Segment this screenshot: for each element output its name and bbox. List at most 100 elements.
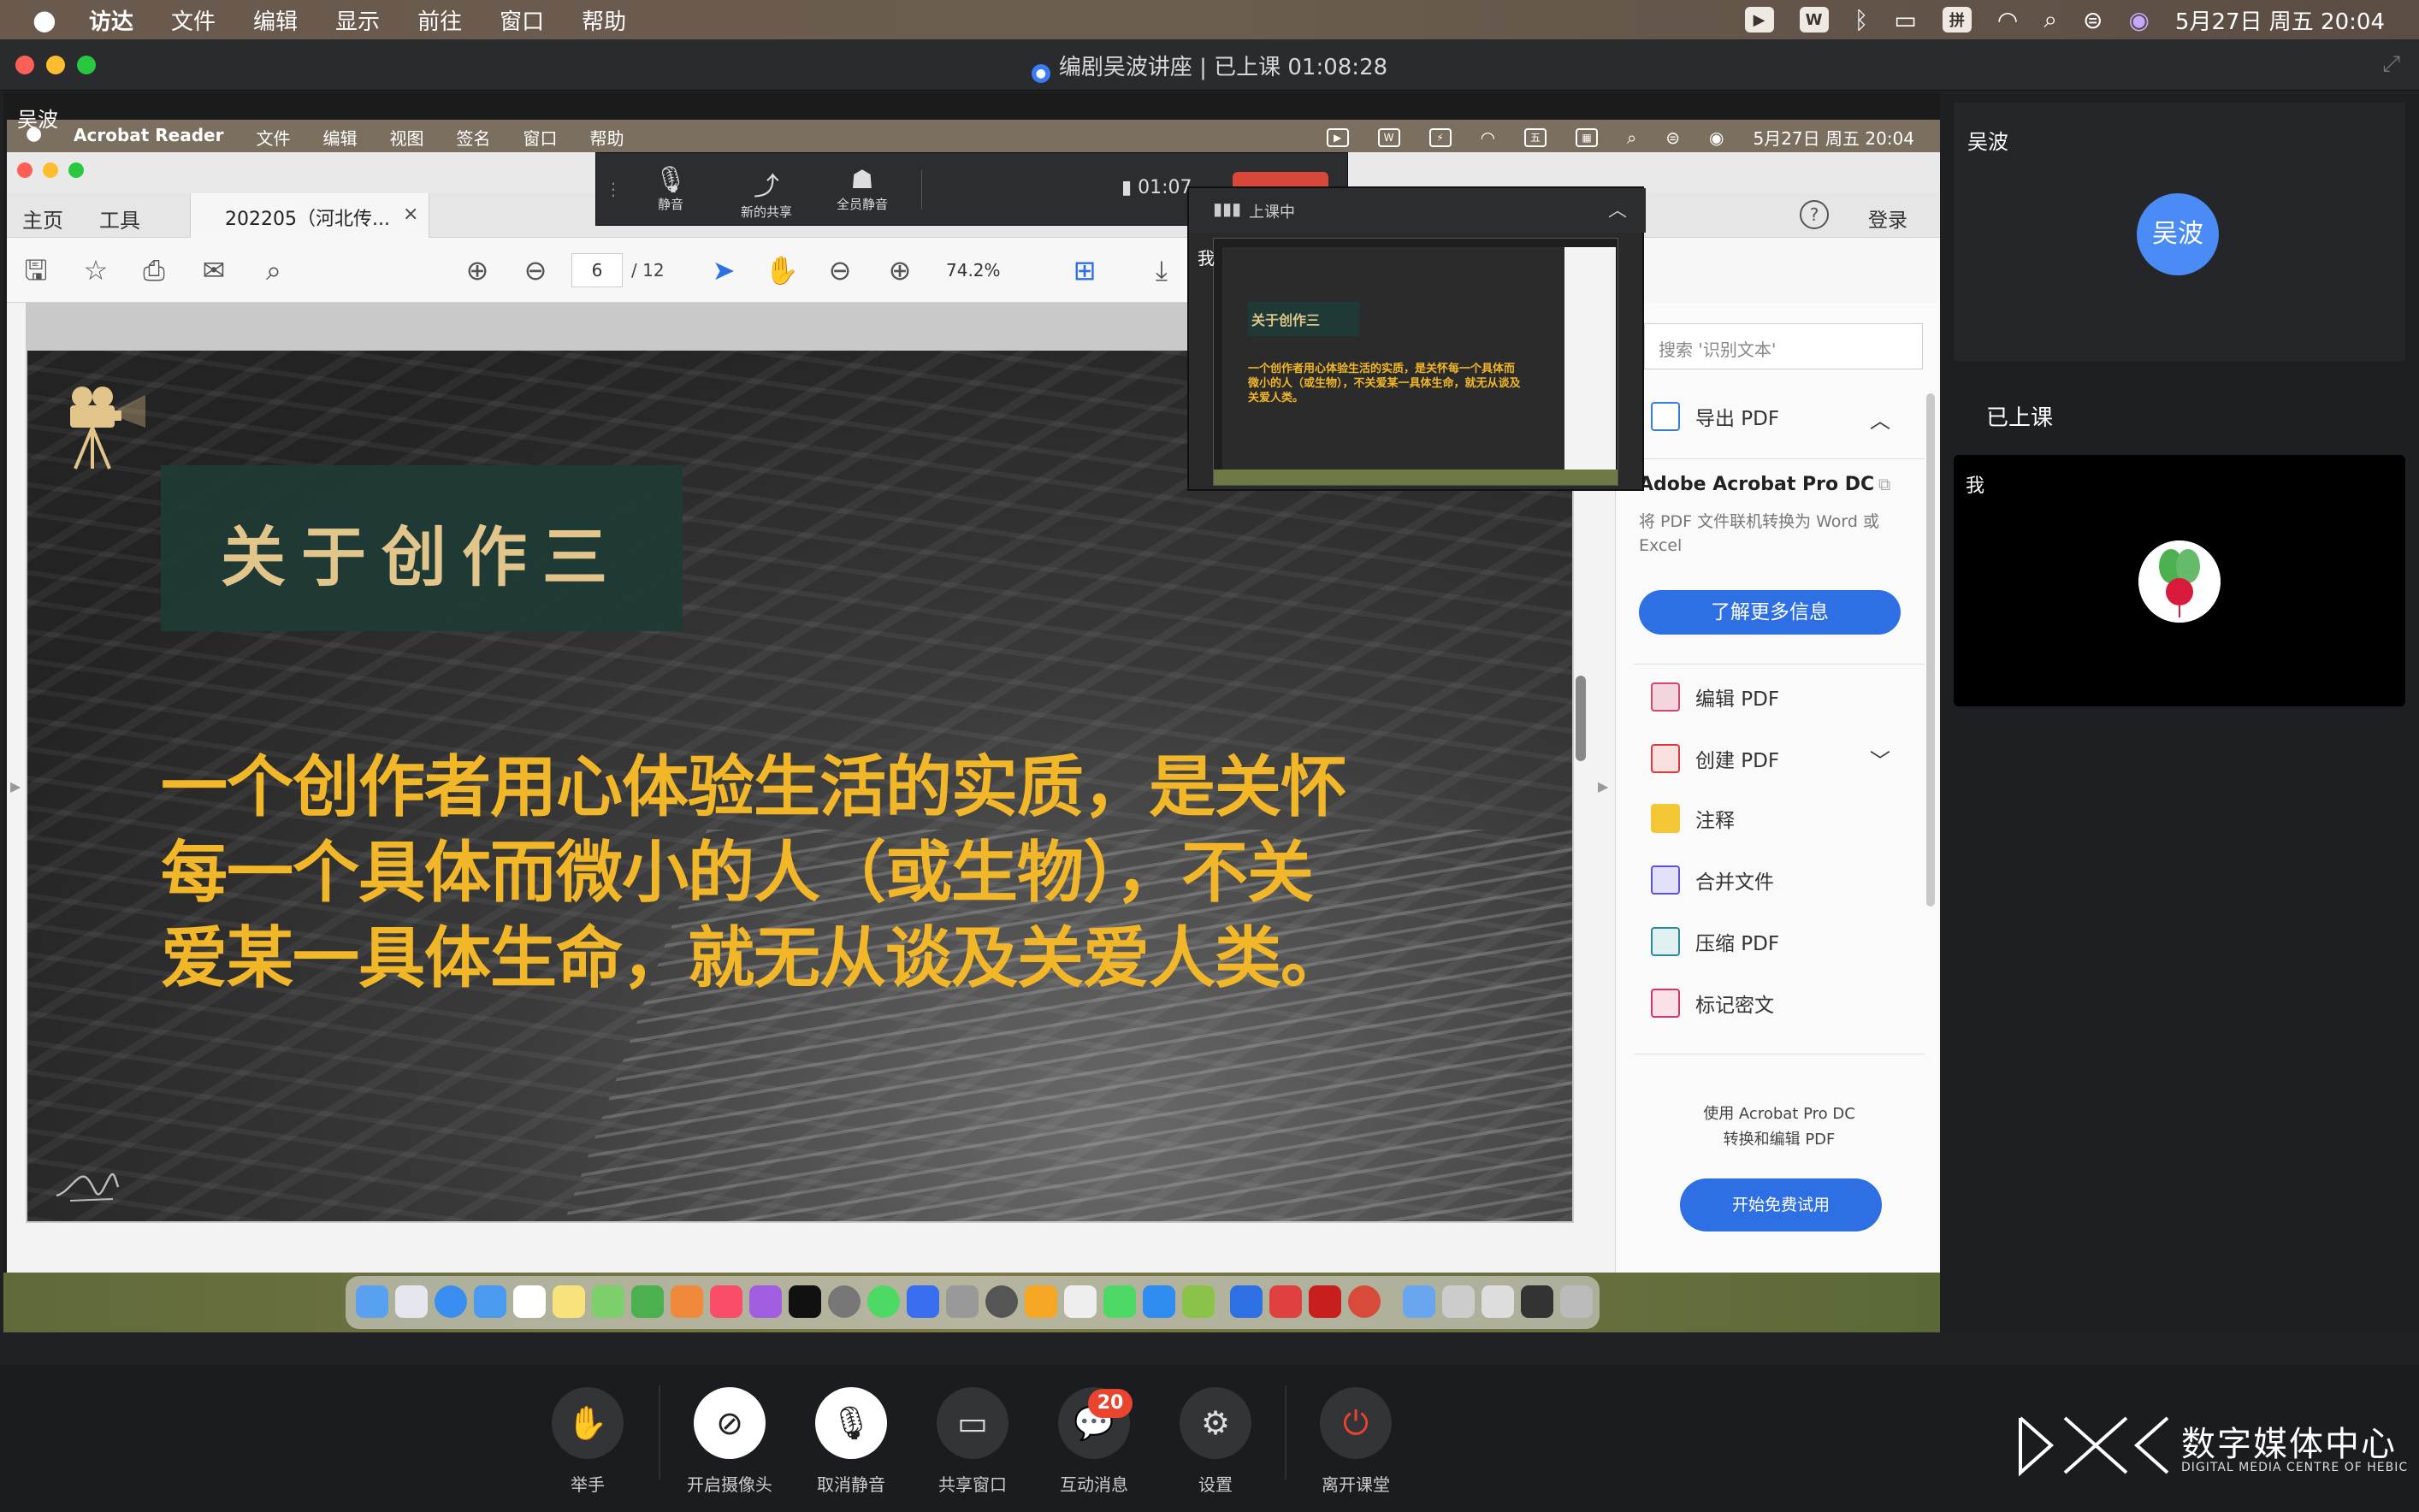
folder-app-icon bbox=[1403, 1285, 1435, 1318]
share-owner-name: 吴波 bbox=[17, 108, 58, 132]
mic-off-icon: 🎙 bbox=[815, 1387, 887, 1459]
preview-me-label: 我 bbox=[1198, 248, 1215, 269]
control-center-icon[interactable]: ⊜ bbox=[2083, 6, 2103, 34]
fullscreen-icon[interactable]: ⤢ bbox=[2382, 51, 2400, 78]
self-name: 我 bbox=[1966, 475, 1985, 497]
zoom-search-icon: ⌕ bbox=[266, 254, 281, 286]
siri-icon[interactable]: ◉ bbox=[2128, 6, 2149, 34]
wechat-app-icon bbox=[1182, 1285, 1215, 1318]
movie-camera-icon bbox=[70, 387, 145, 470]
edit-pdf-icon bbox=[1651, 682, 1680, 712]
safari-app-icon bbox=[435, 1285, 467, 1318]
acrobat-toolbar-right bbox=[1615, 238, 1940, 303]
trash-icon bbox=[1560, 1285, 1593, 1318]
remote-control-center-icon: ⊜ bbox=[1665, 127, 1681, 148]
float-mute-all-button[interactable]: ☗ 全员静音 bbox=[824, 165, 901, 213]
learn-more-button: 了解更多信息 bbox=[1639, 590, 1901, 635]
acrobat-minimize-button bbox=[43, 162, 58, 178]
tool-label: 注释 bbox=[1695, 810, 1735, 832]
save-icon: 🖫 bbox=[24, 254, 48, 286]
remote-menu-edit: 编辑 bbox=[322, 128, 358, 149]
star-app-icon bbox=[907, 1285, 939, 1318]
hand-icon: ✋ bbox=[552, 1387, 624, 1459]
camera-button[interactable]: ⊘ 开启摄像头 bbox=[674, 1387, 785, 1496]
menu-go[interactable]: 前往 bbox=[417, 4, 462, 36]
thumb-title: 关于创作三 bbox=[1251, 312, 1321, 328]
tab-tools: 工具 bbox=[99, 209, 140, 233]
menu-help[interactable]: 帮助 bbox=[582, 4, 626, 36]
email-icon: ✉ bbox=[202, 254, 226, 286]
float-new-share-button[interactable]: ⤴ 新的共享 bbox=[728, 165, 805, 221]
app-status-icon[interactable]: ▶ bbox=[1744, 7, 1774, 32]
export-pdf-item: 导出 PDF bbox=[1651, 402, 1779, 431]
slide-text-line-1: 一个创作者用心体验生活的实质，是关怀 bbox=[161, 749, 1347, 826]
remote-wifi-icon: ◠ bbox=[1480, 127, 1496, 148]
calendar-app-icon bbox=[513, 1285, 546, 1318]
promo-description: 将 PDF 文件联机转换为 Word 或 Excel bbox=[1639, 512, 1880, 555]
menu-edit[interactable]: 编辑 bbox=[253, 4, 298, 36]
download-icon: ⤓ bbox=[1155, 254, 1168, 286]
camera-label: 开启摄像头 bbox=[687, 1474, 772, 1495]
remote-menu-file: 文件 bbox=[256, 128, 291, 149]
leave-class-button[interactable]: ⏻ 离开课堂 bbox=[1300, 1387, 1411, 1496]
watermark-subtitle: DIGITAL MEDIA CENTRE OF HEBIC bbox=[2181, 1461, 2409, 1474]
books-app-icon bbox=[1025, 1285, 1057, 1318]
menu-finder[interactable]: 访达 bbox=[89, 4, 133, 36]
reminders-app-icon bbox=[1064, 1285, 1097, 1318]
compress-pdf-icon bbox=[1651, 927, 1680, 956]
signature-mark bbox=[56, 1172, 120, 1202]
settings-button[interactable]: ⚙ 设置 bbox=[1160, 1387, 1271, 1496]
bookmark-star-icon: ☆ bbox=[83, 254, 109, 286]
menu-view[interactable]: 显示 bbox=[335, 4, 380, 36]
messages-label: 互动消息 bbox=[1060, 1474, 1128, 1495]
remote-wps-icon: W bbox=[1377, 127, 1400, 147]
unmute-button[interactable]: 🎙 取消静音 bbox=[795, 1387, 907, 1496]
system-menubar: ● 访达 文件 编辑 显示 前往 窗口 帮助 ▶ W ᛒ ▭ 拼 ◠ ⌕ ⊜ ◉… bbox=[0, 0, 2419, 39]
create-pdf-icon bbox=[1651, 744, 1680, 773]
search-icon[interactable]: ⌕ bbox=[2043, 5, 2057, 34]
other-app-icon bbox=[1348, 1285, 1381, 1318]
battery-icon[interactable]: ▭ bbox=[1894, 6, 1916, 34]
slide-text-line-3: 爱某一具体生命，就无从谈及关爱人类。 bbox=[161, 920, 1347, 997]
controls-divider bbox=[659, 1385, 660, 1480]
gear-icon: ⚙ bbox=[1180, 1387, 1251, 1459]
meeting-app-icon bbox=[1230, 1285, 1263, 1318]
acrobat-zoom-button bbox=[68, 162, 84, 178]
panel-divider bbox=[1634, 458, 1925, 459]
screen-stack-icon bbox=[1521, 1285, 1553, 1318]
menubar-clock[interactable]: 5月27日 周五 20:04 bbox=[2175, 4, 2385, 36]
power-icon: ⏻ bbox=[1320, 1387, 1392, 1459]
system-prefs-app-icon bbox=[946, 1285, 979, 1318]
zoom-out-icon: ⊖ bbox=[828, 254, 852, 286]
maps-app-icon bbox=[592, 1285, 624, 1318]
raise-hand-button[interactable]: ✋ 举手 bbox=[532, 1387, 643, 1496]
remote-menu-sign: 签名 bbox=[456, 128, 491, 149]
remote-app-status-icon: ▶ bbox=[1326, 127, 1349, 147]
zoom-in-icon: ⊕ bbox=[888, 254, 912, 286]
expand-icon: ﹀ bbox=[1870, 749, 1890, 773]
apple-menu-icon[interactable]: ● bbox=[33, 3, 56, 36]
hand-tool-icon: ✋ bbox=[765, 254, 799, 286]
float-mute-button[interactable]: 🎙 静音 bbox=[632, 165, 709, 213]
menu-file[interactable]: 文件 bbox=[171, 4, 216, 36]
panel-scrollbar bbox=[1926, 393, 1935, 907]
select-cursor-icon: ➤ bbox=[712, 254, 736, 286]
bluetooth-icon[interactable]: ᛒ bbox=[1854, 6, 1869, 34]
drag-handle-icon[interactable]: ⋮ bbox=[605, 179, 622, 199]
wps-status-icon[interactable]: W bbox=[1799, 7, 1829, 32]
numbers-app-icon bbox=[631, 1285, 664, 1318]
combine-files-icon bbox=[1651, 865, 1680, 895]
tool-create-pdf: 创建 PDF bbox=[1651, 744, 1779, 773]
collapse-preview-icon[interactable]: ︿ bbox=[1608, 195, 1627, 222]
tab-document-label: 202205（河北传... bbox=[225, 209, 390, 230]
float-mute-all-label: 全员静音 bbox=[836, 197, 888, 212]
share-window-button[interactable]: ▭ 共享窗口 bbox=[917, 1387, 1028, 1496]
host-name: 吴波 bbox=[1967, 130, 2008, 154]
wifi-icon[interactable]: ◠ bbox=[1997, 6, 2018, 34]
share-preview-window[interactable]: ▮▮▮ 上课中 ︿ 关于创作三 一个创作者用心体验生活的实质，是关怀每一个具体而… bbox=[1187, 186, 1646, 491]
disk-app-icon bbox=[985, 1285, 1018, 1318]
input-method-icon[interactable]: 拼 bbox=[1942, 7, 1972, 32]
tool-comment: 注释 bbox=[1651, 804, 1735, 833]
menu-window[interactable]: 窗口 bbox=[500, 4, 544, 36]
remote-keyboard-icon: ▦ bbox=[1576, 127, 1599, 147]
